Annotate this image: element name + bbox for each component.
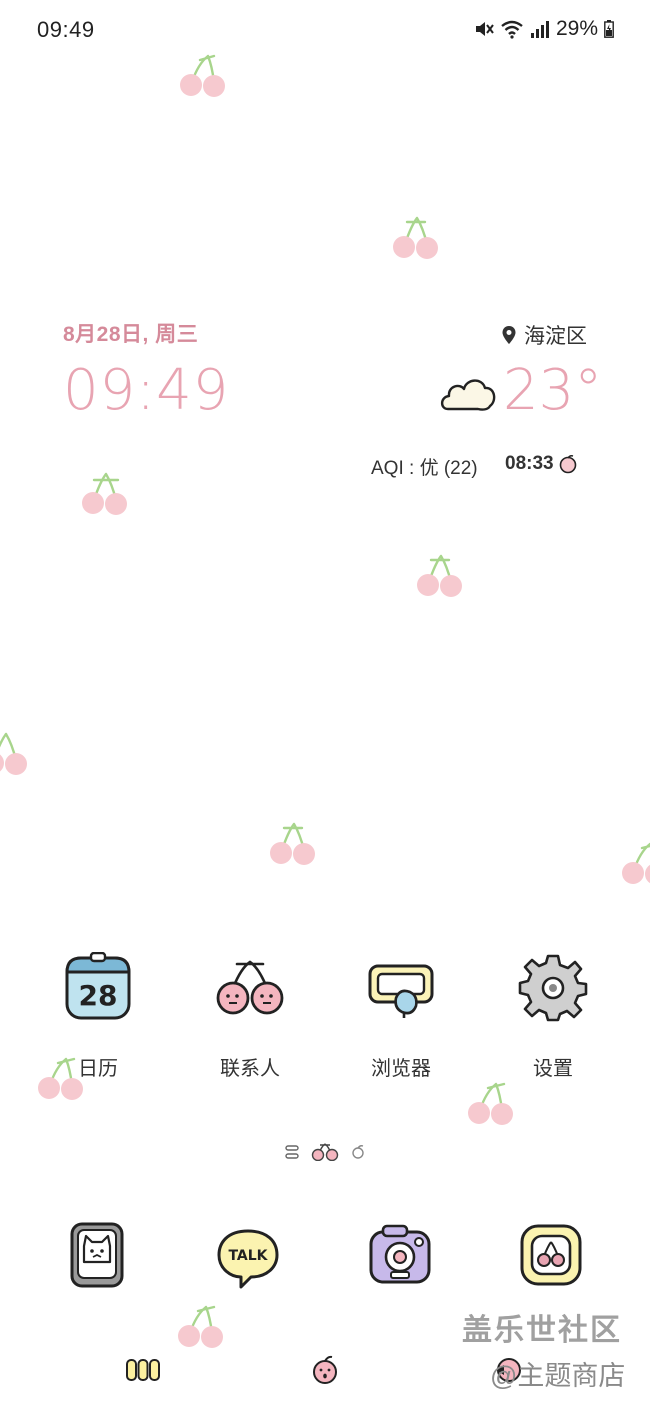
- clock-time: 09:49: [63, 358, 230, 423]
- watermark-community: 盖乐世社区: [462, 1314, 622, 1347]
- page-list-icon[interactable]: [285, 1144, 299, 1160]
- watermark-theme-store: @主题商店: [490, 1361, 626, 1391]
- weather-sunrise: 08:33: [505, 453, 578, 475]
- camera-icon[interactable]: [367, 1222, 433, 1288]
- talk-text: TALK: [228, 1248, 268, 1264]
- cherry-decoration: [393, 216, 438, 259]
- calendar-day: 28: [79, 979, 118, 1012]
- weather-temperature: 23°: [503, 358, 603, 423]
- app-label: 联系人: [220, 1058, 280, 1080]
- cherry-contacts-icon: [216, 960, 284, 1015]
- page-current-cherry-icon[interactable]: [311, 1143, 339, 1161]
- page-dot-peach-icon[interactable]: [351, 1144, 365, 1160]
- gallery-cherry-icon[interactable]: [518, 1222, 584, 1288]
- sunrise-time: 08:33: [505, 453, 554, 474]
- cherry-decoration: [178, 1305, 223, 1348]
- wifi-icon: [501, 20, 523, 39]
- cherry-decoration: [270, 822, 315, 865]
- cherry-decoration: [180, 54, 225, 97]
- cherry-decoration: [417, 554, 462, 597]
- clock-date: 8月28日, 周三: [63, 323, 199, 346]
- page-indicator[interactable]: [285, 1143, 365, 1161]
- signal-icon: [530, 21, 549, 38]
- status-time: 09:49: [37, 17, 95, 42]
- browser-icon: [368, 964, 434, 1018]
- cloud-icon: [440, 379, 496, 411]
- messages-talk-icon[interactable]: TALK: [215, 1225, 281, 1291]
- weather-location: 海淀区: [502, 320, 587, 350]
- app-label: 浏览器: [371, 1058, 431, 1080]
- app-settings[interactable]: 设置: [488, 952, 618, 1102]
- app-browser[interactable]: 浏览器: [336, 952, 466, 1102]
- app-calendar[interactable]: 28 日历: [33, 952, 163, 1102]
- peach-sun-icon: [559, 454, 576, 474]
- cherry-decoration: [622, 842, 650, 884]
- weather-aqi: AQI : 优 (22): [371, 458, 478, 479]
- location-pin-icon: [502, 326, 516, 344]
- status-icons: 29%: [474, 17, 614, 41]
- phone-app-icon[interactable]: [64, 1222, 130, 1288]
- status-bar: 09:49 29%: [0, 0, 650, 60]
- location-label: 海淀区: [524, 325, 587, 348]
- home-button[interactable]: [300, 1345, 350, 1395]
- mute-icon: [475, 22, 494, 36]
- app-label: 日历: [78, 1058, 118, 1080]
- cherry-decoration: [82, 472, 127, 515]
- app-contacts[interactable]: 联系人: [185, 952, 315, 1102]
- calendar-icon: 28: [65, 952, 131, 1020]
- battery-charging-icon: [604, 20, 614, 38]
- app-label: 设置: [533, 1058, 573, 1080]
- gear-icon: [518, 954, 588, 1022]
- recent-apps-button[interactable]: [118, 1345, 168, 1395]
- cherry-decoration: [0, 732, 27, 775]
- battery-level: 29%: [555, 17, 598, 40]
